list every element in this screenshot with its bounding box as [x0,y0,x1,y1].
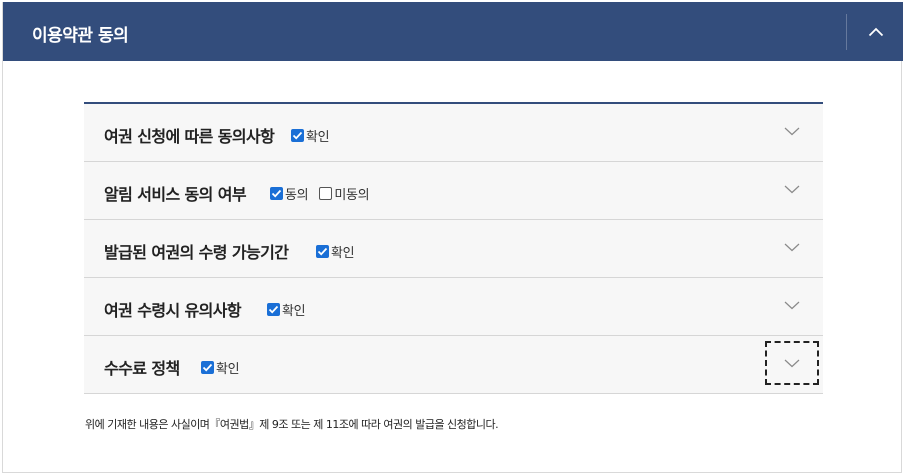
section-options: 확인 [201,358,250,377]
chevron-down-icon [784,127,800,135]
option-label: 미동의 [334,188,370,203]
checkbox[interactable] [316,245,329,258]
checkbox[interactable] [319,187,333,200]
option-label: 동의 [285,188,309,203]
checkmark-icon [202,363,213,372]
section-options: 확인 [291,126,340,145]
collapse-button[interactable] [848,2,903,61]
option-checked[interactable]: 동의 [270,184,309,203]
declaration-footnote: 위에 기재한 내용은 사실이며『여권법』제 9조 또는 제 11조에 따라 여권… [85,418,499,431]
section-title: 여권 신청에 따른 동의사항 [104,127,275,146]
expand-button[interactable] [765,167,819,211]
chevron-down-icon [784,301,800,309]
option-label: 확인 [331,246,355,261]
checkmark-icon [268,305,279,314]
option-checked[interactable]: 확인 [267,300,306,319]
chevron-down-icon [784,359,800,367]
option-unchecked[interactable]: 미동의 [319,184,370,203]
terms-section-row[interactable]: 발급된 여권의 수령 가능기간 확인 [84,220,823,278]
checkmark-icon [292,131,303,140]
checkbox[interactable] [267,303,280,316]
section-options: 동의 미동의 [270,184,380,203]
checkbox[interactable] [291,129,304,142]
header-divider [846,14,847,50]
terms-section-row[interactable]: 여권 신청에 따른 동의사항 확인 [84,104,823,162]
terms-section-row[interactable]: 수수료 정책 확인 [84,336,823,394]
panel-header: 이용약관 동의 [3,2,903,61]
terms-section-row[interactable]: 여권 수령시 유의사항 확인 [84,278,823,336]
section-title: 발급된 여권의 수령 가능기간 [104,243,289,262]
expand-button[interactable] [765,109,819,153]
terms-section-row[interactable]: 알림 서비스 동의 여부 동의 미동의 [84,162,823,220]
section-title: 여권 수령시 유의사항 [104,301,242,320]
option-checked[interactable]: 확인 [201,358,240,377]
option-label: 확인 [306,130,330,145]
checkbox[interactable] [201,361,214,374]
option-label: 확인 [282,304,306,319]
panel-title: 이용약관 동의 [32,26,129,46]
expand-button[interactable] [765,341,819,385]
terms-agreement-panel: 이용약관 동의 여권 신청에 따른 동의사항 확인 알림 서비스 동의 여부 동의 미동… [2,2,903,473]
checkbox[interactable] [270,187,283,200]
chevron-down-icon [784,185,800,193]
section-title: 알림 서비스 동의 여부 [104,185,247,204]
section-options: 확인 [316,242,365,261]
section-title: 수수료 정책 [104,359,180,378]
checkmark-icon [317,247,328,256]
expand-button[interactable] [765,225,819,269]
terms-section-list: 여권 신청에 따른 동의사항 확인 알림 서비스 동의 여부 동의 미동의 발급된 여권의… [84,102,823,394]
checkmark-icon [271,189,282,198]
chevron-down-icon [784,243,800,251]
expand-button[interactable] [765,283,819,327]
option-checked[interactable]: 확인 [291,126,330,145]
chevron-up-icon [868,27,883,36]
option-checked[interactable]: 확인 [316,242,355,261]
option-label: 확인 [216,362,240,377]
section-options: 확인 [267,300,316,319]
